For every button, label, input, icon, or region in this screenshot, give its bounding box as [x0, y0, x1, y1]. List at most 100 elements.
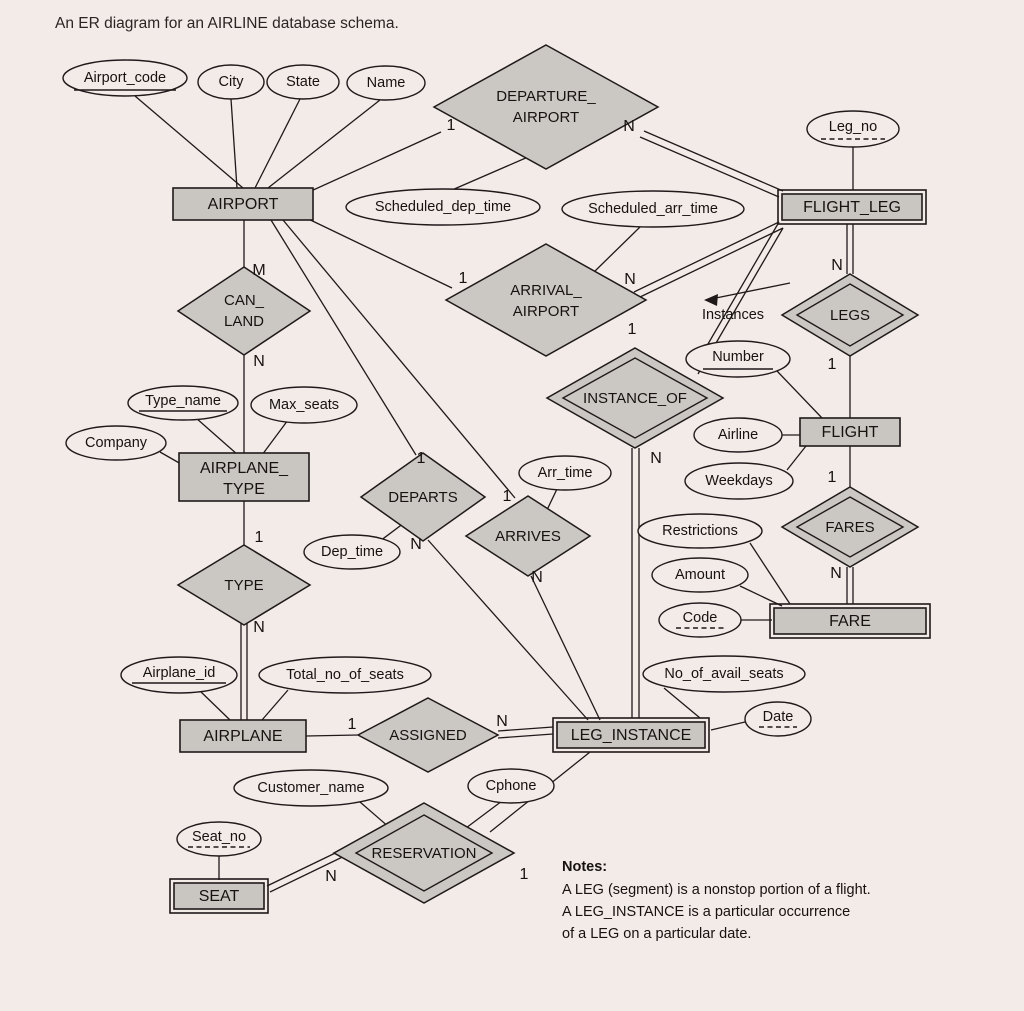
- attribute-company[interactable]: Company: [65, 425, 167, 461]
- attribute-state-label: State: [286, 74, 320, 90]
- entity-airport-label: AIRPORT: [208, 196, 279, 213]
- relationship-legs-label: LEGS: [830, 307, 870, 324]
- attribute-leg-no-label: Leg_no: [829, 119, 877, 135]
- cardinality-seat-reservation: N: [325, 868, 337, 885]
- cardinality-airplane-assigned: 1: [348, 716, 357, 733]
- cardinality-arrival-flightleg: N: [624, 271, 636, 288]
- cardinality-airplanetype-type: 1: [255, 529, 264, 546]
- attribute-city-label: City: [219, 74, 245, 90]
- relationship-departs-label: DEPARTS: [388, 489, 457, 506]
- attribute-dep-time[interactable]: Dep_time: [303, 534, 401, 570]
- relationship-fares-label: FARES: [825, 519, 874, 536]
- entity-leg-instance[interactable]: LEG_INSTANCE: [552, 717, 710, 753]
- attribute-airplane-id[interactable]: Airplane_id: [120, 656, 238, 694]
- cardinality-departs-airport: 1: [417, 450, 426, 467]
- relationship-type-label: TYPE: [224, 577, 263, 594]
- entity-seat-label: SEAT: [199, 888, 240, 905]
- cardinality-departure-flightleg: N: [623, 118, 635, 135]
- cardinality-airport-canland: M: [252, 262, 265, 279]
- cardinality-fares-fare: N: [830, 565, 842, 582]
- attribute-customer-name-label: Customer_name: [257, 780, 364, 796]
- attribute-seat-no-label: Seat_no: [192, 829, 246, 845]
- relationship-reservation-label: RESERVATION: [371, 845, 476, 862]
- attribute-state[interactable]: State: [266, 64, 340, 100]
- entity-airport[interactable]: AIRPORT: [172, 187, 314, 221]
- relationship-departure-airport-label-2: AIRPORT: [513, 109, 579, 126]
- entity-flight-label: FLIGHT: [822, 424, 879, 441]
- notes-line-2: A LEG_INSTANCE is a particular occurrenc…: [562, 904, 850, 920]
- attribute-type-name[interactable]: Type_name: [127, 385, 239, 421]
- attribute-weekdays-label: Weekdays: [705, 473, 772, 489]
- cardinality-departs-leginstance: N: [410, 536, 422, 553]
- entity-leg-instance-label: LEG_INSTANCE: [571, 727, 692, 744]
- attribute-name[interactable]: Name: [346, 65, 426, 101]
- entity-airplane-type-label-2: TYPE: [223, 481, 265, 498]
- attribute-code[interactable]: Code: [658, 602, 742, 638]
- relationship-can-land-label-2: LAND: [224, 313, 264, 330]
- cardinality-instanceof-leginstance: N: [650, 450, 662, 467]
- attribute-amount[interactable]: Amount: [651, 557, 749, 593]
- relationship-arrival-airport-label-2: AIRPORT: [513, 303, 579, 320]
- attribute-number-label: Number: [712, 349, 764, 365]
- cardinality-airport-arrival: 1: [459, 270, 468, 287]
- relationship-can-land-label-1: CAN_: [224, 292, 265, 309]
- cardinality-type-airplane: N: [253, 619, 265, 636]
- cardinality-assigned-leginstance: N: [496, 713, 508, 730]
- entity-airplane-type-label-1: AIRPLANE_: [200, 460, 289, 477]
- attribute-weekdays[interactable]: Weekdays: [684, 462, 794, 500]
- attribute-scheduled-arr-time[interactable]: Scheduled_arr_time: [561, 190, 745, 228]
- notes-heading: Notes:: [562, 859, 607, 875]
- attribute-restrictions[interactable]: Restrictions: [637, 513, 763, 549]
- attribute-airport-code[interactable]: Airport_code: [62, 59, 188, 97]
- notes-line-3: of a LEG on a particular date.: [562, 926, 751, 942]
- instances-annotation-label: Instances: [702, 307, 764, 323]
- attribute-max-seats[interactable]: Max_seats: [250, 386, 358, 424]
- cardinality-flightleg-legs: N: [831, 257, 843, 274]
- entity-seat[interactable]: SEAT: [169, 878, 269, 914]
- entity-airplane-type[interactable]: AIRPLANE_ TYPE: [178, 452, 310, 502]
- attribute-seat-no[interactable]: Seat_no: [176, 821, 262, 857]
- attribute-no-of-avail-seats[interactable]: No_of_avail_seats: [642, 655, 806, 693]
- relationship-departure-airport-label-1: DEPARTURE_: [496, 88, 596, 105]
- attribute-leg-no[interactable]: Leg_no: [806, 110, 900, 148]
- attribute-scheduled-arr-time-label: Scheduled_arr_time: [588, 201, 718, 217]
- entity-flight[interactable]: FLIGHT: [799, 417, 901, 447]
- attribute-total-no-of-seats-label: Total_no_of_seats: [286, 667, 404, 683]
- attribute-number[interactable]: Number: [685, 340, 791, 378]
- entity-airplane[interactable]: AIRPLANE: [179, 719, 307, 753]
- relationship-assigned-label: ASSIGNED: [389, 727, 467, 744]
- cardinality-arrives-airport: 1: [503, 488, 512, 505]
- attribute-total-no-of-seats[interactable]: Total_no_of_seats: [258, 656, 432, 694]
- attribute-city[interactable]: City: [197, 64, 265, 100]
- attribute-date[interactable]: Date: [744, 701, 812, 737]
- attribute-no-of-avail-seats-label: No_of_avail_seats: [664, 666, 783, 682]
- attribute-arr-time[interactable]: Arr_time: [518, 455, 612, 491]
- cardinality-reservation-leginstance: 1: [520, 866, 529, 883]
- attribute-cphone-label: Cphone: [486, 778, 537, 794]
- entity-flight-leg[interactable]: FLIGHT_LEG: [777, 189, 927, 225]
- attribute-code-label: Code: [683, 610, 718, 626]
- attribute-date-label: Date: [763, 709, 794, 725]
- relationship-instance-of-label: INSTANCE_OF: [583, 390, 687, 407]
- attribute-cphone[interactable]: Cphone: [467, 768, 555, 804]
- entity-flight-leg-label: FLIGHT_LEG: [803, 199, 901, 216]
- attribute-max-seats-label: Max_seats: [269, 397, 339, 413]
- attribute-scheduled-dep-time-label: Scheduled_dep_time: [375, 199, 511, 215]
- entity-fare[interactable]: FARE: [769, 603, 931, 639]
- cardinality-flightleg-instanceof: 1: [628, 321, 637, 338]
- attribute-airline-label: Airline: [718, 427, 758, 443]
- entity-airplane-label: AIRPLANE: [203, 728, 282, 745]
- attribute-airline[interactable]: Airline: [693, 417, 783, 453]
- er-diagram-canvas: An ER diagram for an AIRLINE database sc…: [0, 0, 1024, 1011]
- notes-line-1: A LEG (segment) is a nonstop portion of …: [562, 882, 871, 898]
- attribute-airplane-id-label: Airplane_id: [143, 665, 216, 681]
- attribute-scheduled-dep-time[interactable]: Scheduled_dep_time: [345, 188, 541, 226]
- relationship-arrival-airport-label-1: ARRIVAL_: [510, 282, 582, 299]
- cardinality-flight-fares: 1: [828, 469, 837, 486]
- attribute-name-label: Name: [367, 75, 406, 91]
- attribute-type-name-label: Type_name: [145, 393, 221, 409]
- cardinality-arrives-leginstance: N: [531, 569, 543, 586]
- cardinality-legs-flight: 1: [828, 356, 837, 373]
- attribute-customer-name[interactable]: Customer_name: [233, 769, 389, 807]
- entity-fare-label: FARE: [829, 613, 871, 630]
